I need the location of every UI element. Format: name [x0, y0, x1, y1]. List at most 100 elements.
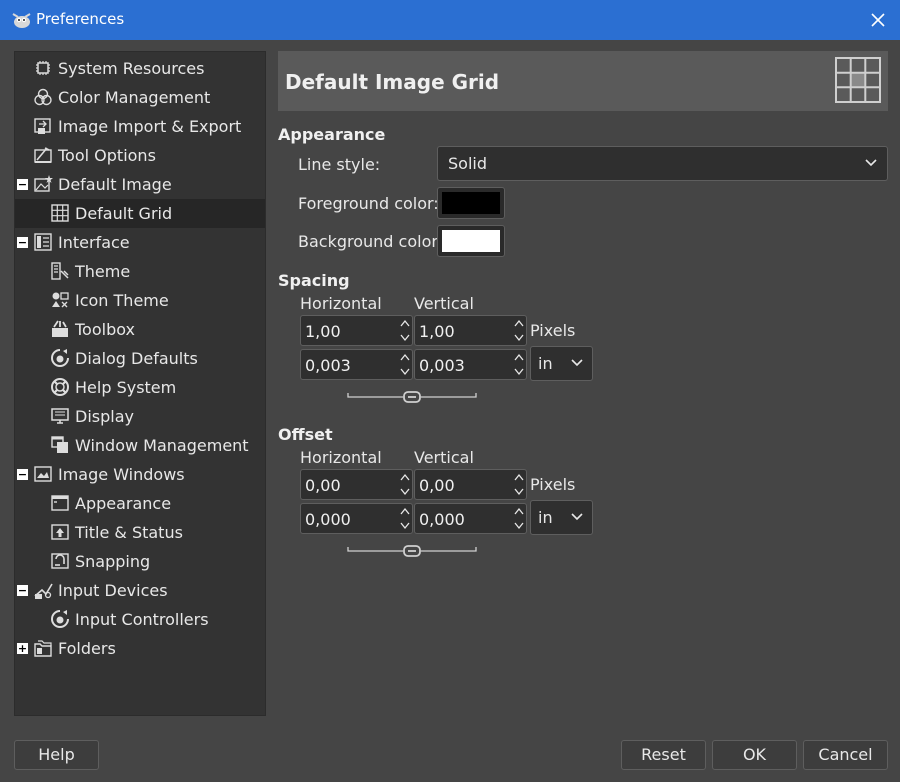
close-icon[interactable]: [866, 8, 890, 32]
expand-toggle[interactable]: +: [17, 643, 28, 654]
background-color-button[interactable]: [437, 225, 505, 257]
spacing-section-title: Spacing: [278, 271, 350, 290]
sidebar-item-label: Icon Theme: [75, 291, 169, 310]
gimp-wilber-icon: [12, 13, 31, 28]
spacing-pixels-unit: Pixels: [530, 321, 576, 340]
toolbox-icon: [52, 320, 68, 337]
spin-arrows-icon[interactable]: [512, 316, 526, 345]
sidebar-item-label: Help System: [75, 378, 177, 397]
sidebar-item-image-import-export[interactable]: Image Import & Export: [15, 112, 265, 141]
sidebar-item-snapping[interactable]: Snapping: [15, 547, 265, 576]
sidebar-item-dialog-defaults[interactable]: Dialog Defaults: [15, 344, 265, 373]
spin-value: 0,000: [419, 510, 465, 529]
sidebar-item-input-devices[interactable]: − Input Devices: [15, 576, 265, 605]
preferences-tree: System Resources Color Management Image …: [14, 51, 266, 716]
spin-arrows-icon[interactable]: [512, 470, 526, 499]
folders-icon: [34, 640, 52, 657]
collapse-toggle[interactable]: −: [17, 469, 28, 480]
offset-unit-value: in: [538, 508, 553, 527]
spin-value: 0,003: [305, 356, 351, 375]
sidebar-item-label: System Resources: [58, 59, 205, 78]
ok-button[interactable]: OK: [712, 740, 797, 770]
cancel-button[interactable]: Cancel: [803, 740, 888, 770]
offset-vertical-inches-input[interactable]: 0,000: [414, 503, 527, 534]
foreground-color-button[interactable]: [437, 187, 505, 219]
line-style-label: Line style:: [298, 155, 381, 174]
sidebar-item-label: Dialog Defaults: [75, 349, 198, 368]
spacing-vertical-pixels-input[interactable]: 1,00: [414, 315, 527, 346]
offset-horizontal-inches-input[interactable]: 0,000: [300, 503, 413, 534]
sidebar-item-theme[interactable]: Theme: [15, 257, 265, 286]
sidebar-item-window-management[interactable]: Window Management: [15, 431, 265, 460]
sidebar-item-default-grid[interactable]: Default Grid: [15, 199, 265, 228]
line-style-select[interactable]: Solid: [437, 146, 888, 181]
sidebar-item-color-management[interactable]: Color Management: [15, 83, 265, 112]
sidebar-item-appearance[interactable]: Appearance: [15, 489, 265, 518]
reset-button[interactable]: Reset: [621, 740, 706, 770]
help-lifebuoy-icon: [51, 378, 69, 396]
spin-value: 1,00: [419, 322, 455, 341]
chevron-down-icon: [865, 159, 877, 167]
offset-horizontal-label: Horizontal: [300, 448, 382, 467]
offset-vertical-pixels-input[interactable]: 0,00: [414, 469, 527, 500]
sidebar-item-system-resources[interactable]: System Resources: [15, 54, 265, 83]
sidebar-item-label: Image Windows: [58, 465, 185, 484]
sidebar-item-title-status[interactable]: Title & Status: [15, 518, 265, 547]
display-icon: [51, 408, 69, 424]
snapping-icon: [51, 553, 69, 569]
sidebar-item-help-system[interactable]: Help System: [15, 373, 265, 402]
import-export-icon: [34, 118, 51, 134]
spacing-chain-link-icon[interactable]: [347, 390, 477, 404]
sidebar-item-label: Title & Status: [75, 523, 183, 542]
foreground-color-label: Foreground color:: [298, 194, 439, 213]
spin-arrows-icon[interactable]: [398, 470, 412, 499]
window-management-icon: [51, 436, 68, 453]
sidebar-item-label: Folders: [58, 639, 116, 658]
chevron-down-icon: [571, 359, 583, 367]
collapse-toggle[interactable]: −: [17, 585, 28, 596]
sidebar-item-icon-theme[interactable]: Icon Theme: [15, 286, 265, 315]
tool-options-icon: [34, 147, 52, 163]
offset-unit-select[interactable]: in: [530, 500, 593, 535]
appearance-section-title: Appearance: [278, 125, 386, 144]
collapse-toggle[interactable]: −: [17, 237, 28, 248]
sidebar-item-input-controllers[interactable]: Input Controllers: [15, 605, 265, 634]
spacing-unit-select[interactable]: in: [530, 346, 593, 381]
help-button[interactable]: Help: [14, 740, 99, 770]
spin-arrows-icon[interactable]: [398, 316, 412, 345]
sidebar-item-display[interactable]: Display: [15, 402, 265, 431]
sidebar-item-toolbox[interactable]: Toolbox: [15, 315, 265, 344]
sidebar-item-label: Appearance: [75, 494, 172, 513]
sidebar-item-interface[interactable]: − Interface: [15, 228, 265, 257]
spin-arrows-icon[interactable]: [398, 350, 412, 379]
spacing-vertical-inches-input[interactable]: 0,003: [414, 349, 527, 380]
sidebar-item-folders[interactable]: + Folders: [15, 634, 265, 663]
offset-horizontal-pixels-input[interactable]: 0,00: [300, 469, 413, 500]
spacing-horizontal-inches-input[interactable]: 0,003: [300, 349, 413, 380]
spin-value: 0,003: [419, 356, 465, 375]
theme-icon: [51, 262, 69, 280]
appearance-icon: [51, 495, 69, 511]
offset-section-title: Offset: [278, 425, 333, 444]
page-header: Default Image Grid: [278, 51, 888, 111]
spin-value: 0,00: [305, 476, 341, 495]
sidebar-item-image-windows[interactable]: − Image Windows: [15, 460, 265, 489]
spacing-horizontal-pixels-input[interactable]: 1,00: [300, 315, 413, 346]
spin-arrows-icon[interactable]: [398, 504, 412, 533]
spin-arrows-icon[interactable]: [512, 350, 526, 379]
sidebar-item-default-image[interactable]: − Default Image: [15, 170, 265, 199]
offset-vertical-label: Vertical: [414, 448, 474, 467]
image-windows-icon: [34, 466, 52, 482]
offset-chain-link-icon[interactable]: [347, 544, 477, 558]
sidebar-item-label: Default Grid: [75, 204, 173, 223]
spin-arrows-icon[interactable]: [512, 504, 526, 533]
sidebar-item-label: Input Devices: [58, 581, 168, 600]
sidebar-item-label: Input Controllers: [75, 610, 209, 629]
foreground-color-swatch: [442, 192, 500, 214]
sidebar-item-label: Tool Options: [58, 146, 156, 165]
page-title: Default Image Grid: [285, 70, 500, 94]
offset-pixels-unit: Pixels: [530, 475, 576, 494]
icon-theme-icon: [52, 292, 69, 308]
sidebar-item-tool-options[interactable]: Tool Options: [15, 141, 265, 170]
collapse-toggle[interactable]: −: [17, 179, 28, 190]
